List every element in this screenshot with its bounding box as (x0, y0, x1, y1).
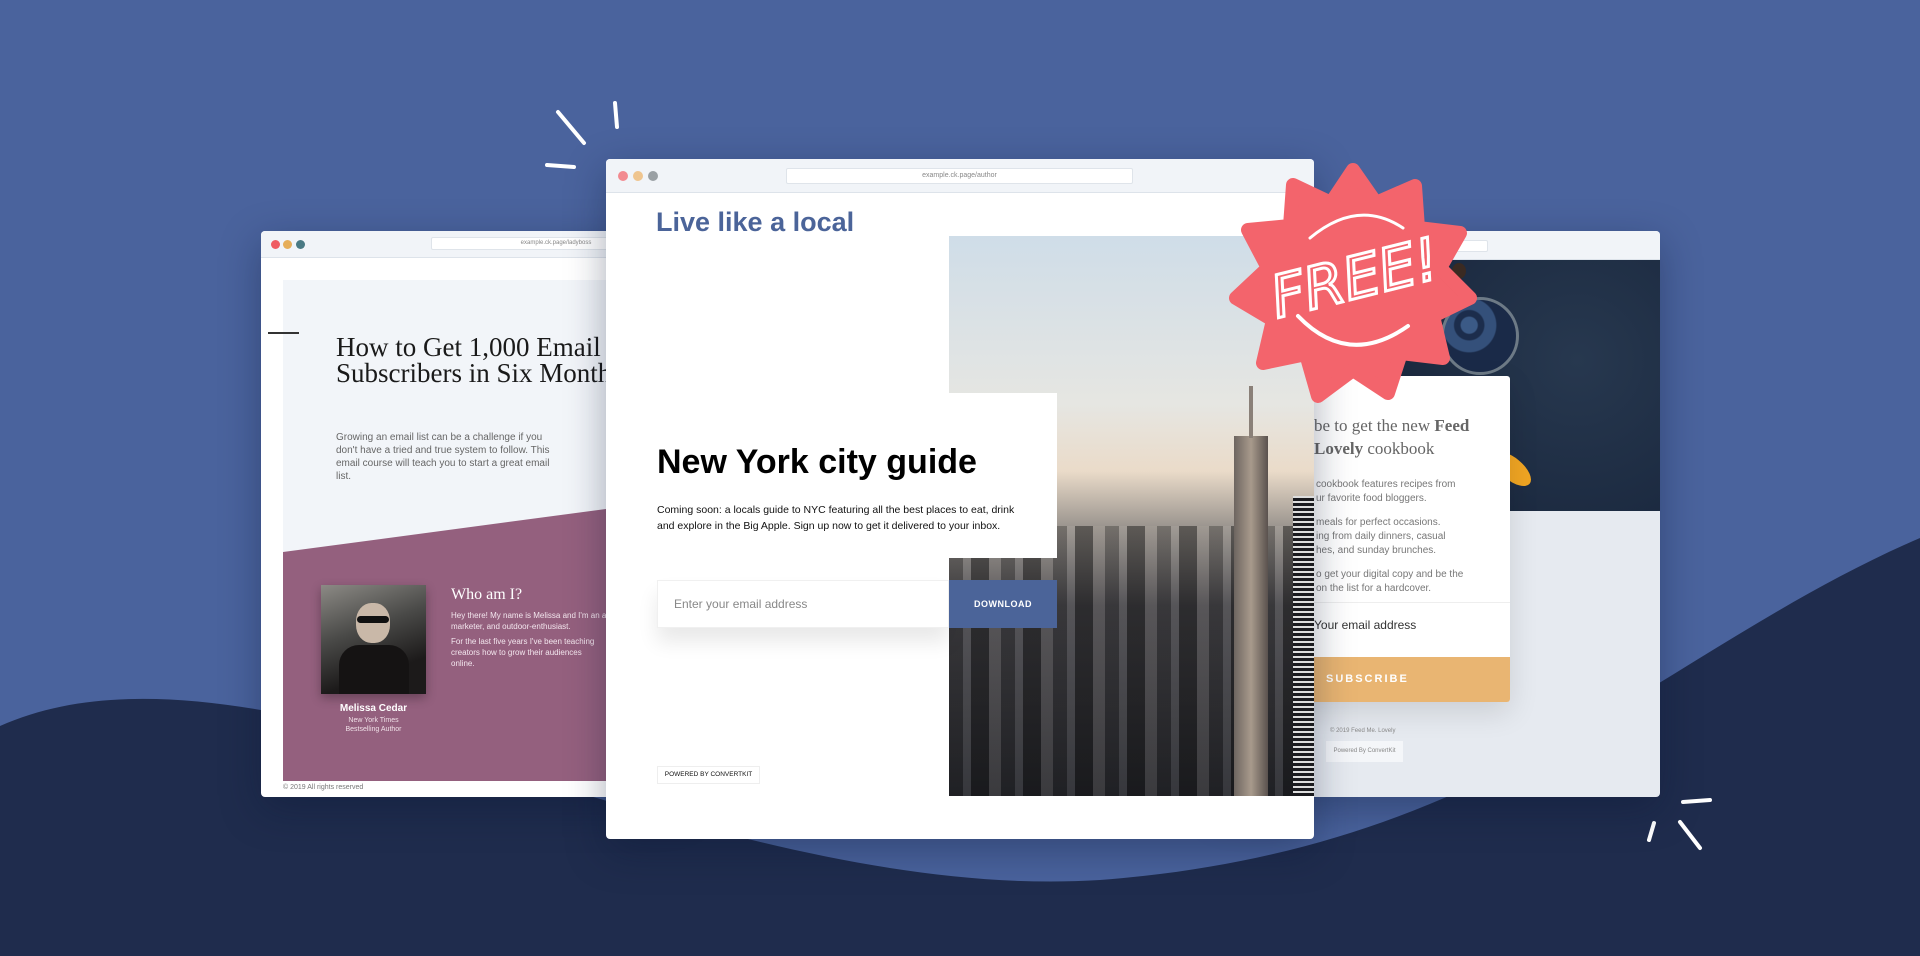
powered-by-badge[interactable]: POWERED BY CONVERTKIT (657, 766, 760, 784)
card-text: o get your digital copy and be the on the… (1316, 569, 1464, 594)
page-title: How to Get 1,000 Email Subscribers in Si… (336, 332, 622, 388)
email-input[interactable]: Enter your email address (657, 580, 949, 628)
subscribe-button[interactable]: SUBSCRIBE (1314, 657, 1510, 702)
url-bar[interactable]: example.ck.page/author (786, 168, 1133, 184)
author-photo (321, 585, 426, 694)
maximize-dot-icon[interactable] (648, 171, 658, 181)
minimize-dot-icon[interactable] (633, 171, 643, 181)
free-badge: FREE! (1228, 158, 1478, 408)
author-role: Bestselling Author (345, 726, 402, 733)
starburst-icon: FREE! (1229, 163, 1477, 403)
maximize-dot-icon[interactable] (296, 240, 305, 249)
tagline: Live like a local (656, 207, 855, 237)
email-input[interactable]: Your email address (1314, 602, 1510, 647)
card-text: meals for perfect occasions. ing from dai… (1316, 517, 1446, 556)
footer: © 2019 Feed Me. Lovely (1330, 728, 1396, 734)
about-heading: Who am I? (451, 586, 523, 603)
content-card: New York city guide Coming soon: a local… (606, 393, 1057, 558)
description: Coming soon: a locals guide to NYC featu… (657, 504, 1015, 532)
download-button[interactable]: DOWNLOAD (949, 580, 1057, 628)
footer: © 2019 All rights reserved (283, 784, 364, 791)
page-title: New York city guide (657, 443, 977, 481)
description: Growing an email list can be a challenge… (336, 432, 550, 482)
close-dot-icon[interactable] (271, 240, 280, 249)
about-text: For the last five years I've been teachi… (451, 637, 595, 668)
author-name: Melissa Cedar (339, 703, 408, 714)
empire-state-building (1234, 436, 1268, 796)
author-role: New York Times (348, 717, 399, 724)
divider (268, 332, 299, 334)
center-browser-window: example.ck.page/author Live like a local… (606, 159, 1314, 839)
close-dot-icon[interactable] (618, 171, 628, 181)
card-heading: be to get the new Feed Lovely cookbook (1314, 416, 1470, 458)
title-bar: example.ck.page/author (606, 159, 1314, 193)
minimize-dot-icon[interactable] (283, 240, 292, 249)
powered-by-badge[interactable]: Powered By ConvertKit (1326, 741, 1403, 762)
card-text: cookbook features recipes from ur favorit… (1316, 479, 1456, 504)
